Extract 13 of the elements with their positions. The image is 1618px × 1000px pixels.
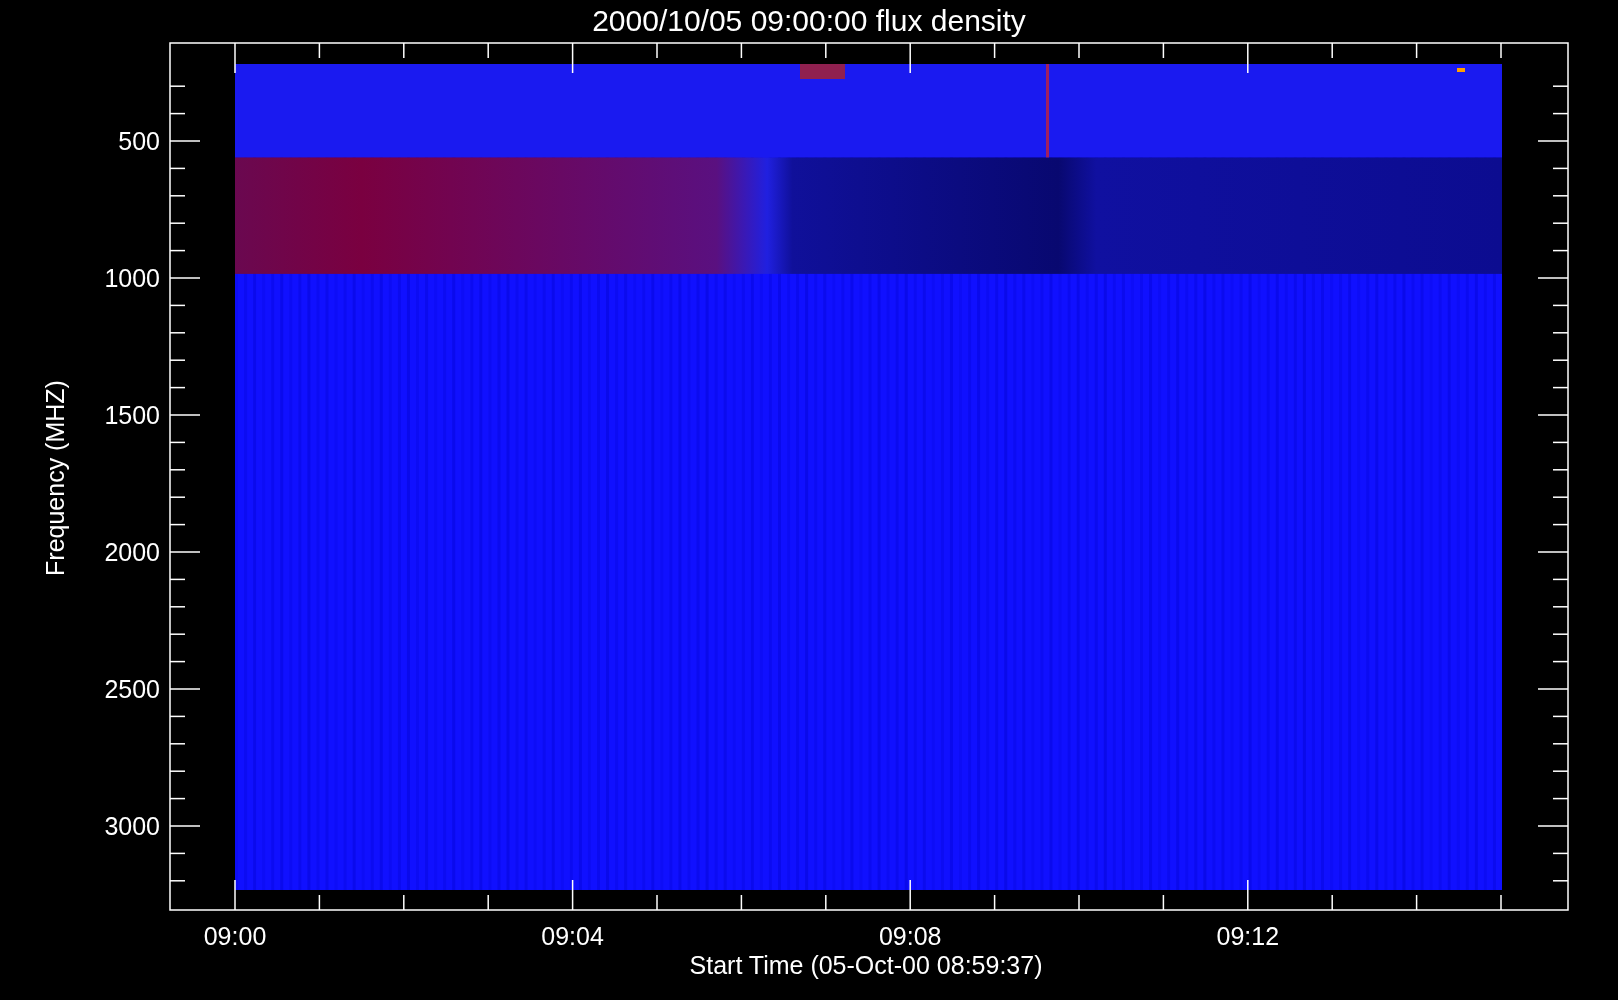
y-axis-label: Frequency (MHZ) [41,380,69,576]
y-tick-label: 1500 [104,401,160,429]
x-tick-label: 09:08 [878,922,942,950]
x-tick-label: 09:12 [1216,922,1280,950]
chart-title: 2000/10/05 09:00:00 flux density [592,4,1026,37]
x-tick-label: 09:04 [541,922,604,950]
y-tick-label: 1000 [104,264,160,292]
y-tick-label: 3000 [104,812,160,840]
x-tick-label: 09:00 [203,922,267,950]
y-tick-label: 500 [118,127,160,155]
y-tick-label: 2500 [104,675,160,703]
x-axis-label: Start Time (05-Oct-00 08:59:37) [689,951,1043,979]
y-tick-label: 2000 [104,538,160,566]
